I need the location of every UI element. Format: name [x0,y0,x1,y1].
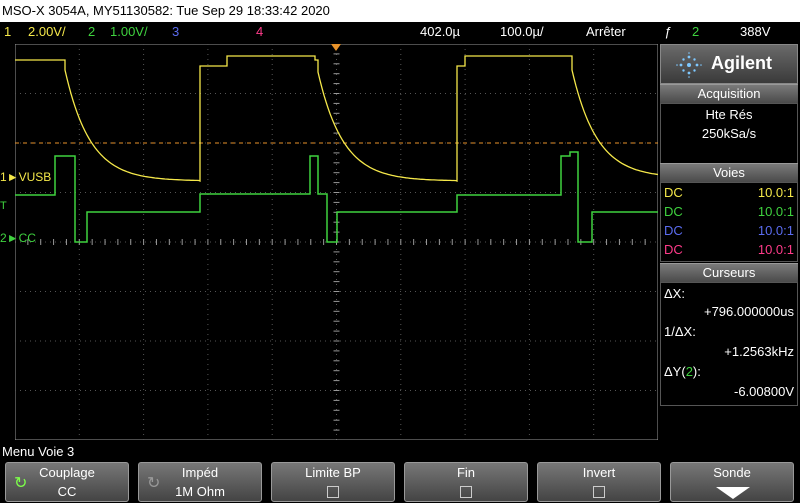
ch2-scale[interactable]: 1.00V/ [110,22,148,42]
cursors-title: Curseurs [660,263,798,282]
ch1-number[interactable]: 1 [4,22,11,42]
ch2-ground-marker[interactable]: 2►CC [0,231,36,245]
timebase-position[interactable]: 402.0µ [420,22,460,42]
ch3-coupling: DC [664,223,683,238]
agilent-spark-icon [676,52,702,78]
bandwidth-limit-checkbox[interactable] [327,486,339,498]
softkey-fine[interactable]: Fin [404,462,528,502]
delta-x-label: ΔX: [664,286,685,301]
ch2-probe-ratio: 10.0:1 [757,204,794,219]
softkey-coupling-label: Couplage [39,465,95,480]
softkey-impedance-label: Impéd [181,465,219,480]
trigger-channel[interactable]: 2 [692,22,699,42]
brand-name: Agilent [711,53,772,73]
ch4-coupling: DC [664,242,683,257]
softkey-bandwidth-limit[interactable]: Limite BP [271,462,395,502]
ch1-ground-marker[interactable]: 1►VUSB [0,170,51,184]
inverse-delta-x-value: +1.2563kHz [724,344,794,359]
cursors-box: ΔX: +796.000000us 1/ΔX: +1.2563kHz ΔY(2)… [660,282,798,406]
ch2-number[interactable]: 2 [88,22,95,42]
ch4-number[interactable]: 4 [256,22,263,42]
softkey-invert-label: Invert [582,465,616,480]
window-title: MSO-X 3054A, MY51130582: Tue Sep 29 18:3… [0,0,800,22]
submenu-arrow-icon [716,487,750,499]
trigger-marker: T [0,200,7,212]
ch1-probe-ratio: 10.0:1 [757,185,794,200]
ch2-coupling: DC [664,204,683,219]
status-bar: 1 2.00V/ 2 1.00V/ 3 4 402.0µ 100.0µ/ Arr… [0,22,800,42]
softkey-coupling-value: CC [57,484,77,499]
softkey-coupling[interactable]: ↻ Couplage CC [5,462,129,502]
ch4-probe-ratio: 10.0:1 [757,242,794,257]
softkey-probe[interactable]: Sonde [670,462,794,502]
ch3-number[interactable]: 3 [172,22,179,42]
softkey-probe-label: Sonde [713,465,751,480]
time-scale[interactable]: 100.0µ/ [500,22,544,42]
acquisition-rate: 250kSa/s [701,126,757,141]
softkey-bandwidth-limit-label: Limite BP [305,465,361,480]
softkey-invert[interactable]: Invert [537,462,661,502]
acquisition-box: Hte Rés 250kSa/s [660,103,798,167]
delta-y-value: -6.00800V [734,384,794,399]
channels-title: Voies [660,163,798,182]
brand-logo: Agilent [660,44,798,84]
menu-title: Menu Voie 3 [2,444,75,459]
softkey-impedance-value: 1M Ohm [175,484,225,499]
softkey-fine-label: Fin [456,465,476,480]
inverse-delta-x-label: 1/ΔX: [664,324,696,339]
ch1-coupling: DC [664,185,683,200]
softkey-impedance[interactable]: ↻ Impéd 1M Ohm [138,462,262,502]
delta-x-value: +796.000000us [703,304,794,319]
side-panel: Agilent Acquisition Hte Rés 250kSa/s Voi… [660,44,798,440]
ch3-probe-ratio: 10.0:1 [757,223,794,238]
acquisition-title: Acquisition [660,84,798,103]
trigger-edge-icon: ƒ [664,24,672,39]
run-state[interactable]: Arrêter [586,22,626,42]
invert-checkbox[interactable] [593,486,605,498]
ch1-scale[interactable]: 2.00V/ [28,22,66,42]
trigger-level[interactable]: 388V [740,22,770,42]
acquisition-mode: Hte Rés [705,107,753,122]
waveform-display[interactable] [15,44,658,440]
delta-y-label: ΔY(2): [664,364,701,379]
channels-box: DC 10.0:1 DC 10.0:1 DC 10.0:1 DC 10.0:1 [660,182,798,262]
fine-checkbox[interactable] [460,486,472,498]
